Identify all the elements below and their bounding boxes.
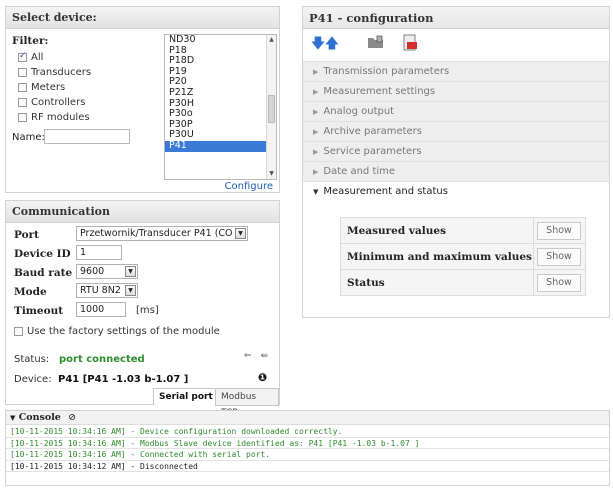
chevron-down-icon[interactable]: ▼ bbox=[125, 285, 136, 296]
communication-panel: Communication Port Przetwornik/Transduce… bbox=[5, 200, 280, 418]
device-item-selected[interactable]: P41 bbox=[165, 140, 276, 152]
status-row-label: Status bbox=[340, 269, 534, 296]
checkbox-icon[interactable] bbox=[18, 112, 27, 122]
scroll-up-icon[interactable]: ▲ bbox=[267, 35, 276, 45]
name-label: Name: bbox=[12, 132, 45, 143]
min-max-values-label: Minimum and maximum values bbox=[340, 243, 534, 270]
timeout-input[interactable]: 1000 bbox=[76, 302, 126, 317]
chevron-right-icon: ▶ bbox=[313, 108, 319, 116]
table-row: Minimum and maximum values Show bbox=[340, 243, 586, 270]
timeout-label: Timeout bbox=[14, 305, 64, 317]
show-measured-values-button[interactable]: Show bbox=[537, 221, 581, 240]
measured-values-label: Measured values bbox=[340, 217, 534, 244]
console-title: Console bbox=[18, 412, 61, 423]
device-value: P41 [P41 -1.03 b-1.07 ] bbox=[58, 374, 189, 385]
status-value: port connected bbox=[59, 354, 145, 365]
status-label: Status: bbox=[14, 354, 50, 365]
device-id-label: Device ID bbox=[14, 248, 71, 260]
chevron-down-icon[interactable]: ▼ bbox=[10, 413, 15, 422]
port-label: Port bbox=[14, 229, 39, 241]
section-archive-parameters[interactable]: ▶ Archive parameters bbox=[303, 121, 609, 141]
checkbox-icon[interactable] bbox=[14, 326, 23, 336]
table-row: Status Show bbox=[340, 269, 586, 296]
filter-meters-checkbox[interactable]: Meters bbox=[18, 82, 65, 93]
section-analog-output[interactable]: ▶ Analog output bbox=[303, 101, 609, 121]
chevron-right-icon: ▶ bbox=[313, 128, 319, 136]
upload-arrow-icon[interactable]: 🡅 bbox=[323, 34, 341, 54]
info-icon[interactable]: ❶ bbox=[258, 371, 270, 384]
section-transmission-parameters[interactable]: ▶ Transmission parameters bbox=[303, 61, 609, 81]
configuration-title: P41 - configuration bbox=[303, 7, 609, 29]
mode-select[interactable]: RTU 8N2 ▼ bbox=[76, 283, 138, 298]
scroll-thumb[interactable] bbox=[268, 95, 275, 123]
console-line: [10-11-2015 10:34:12 AM] - Disconnected bbox=[6, 461, 609, 472]
chevron-right-icon: ▶ bbox=[313, 148, 319, 156]
filter-all-checkbox[interactable]: All bbox=[18, 51, 43, 63]
chevron-down-icon: ▼ bbox=[313, 188, 319, 196]
checkbox-icon[interactable] bbox=[18, 67, 27, 77]
checkbox-icon[interactable] bbox=[18, 82, 27, 92]
select-device-panel: Select device: Filter: All Transducers M… bbox=[5, 6, 280, 193]
chevron-down-icon[interactable]: ▼ bbox=[125, 266, 136, 277]
show-status-button[interactable]: Show bbox=[537, 273, 581, 292]
console-header[interactable]: ▼ Console ⊘ bbox=[6, 411, 609, 425]
show-min-max-button[interactable]: Show bbox=[537, 247, 581, 266]
section-measurement-and-status[interactable]: ▼ Measurement and status bbox=[303, 181, 609, 201]
save-file-icon[interactable] bbox=[401, 34, 419, 54]
console-line: [10-11-2015 10:34:16 AM] - Modbus Slave … bbox=[6, 438, 609, 449]
measurement-table: Measured values Show Minimum and maximum… bbox=[340, 217, 586, 296]
device-list-scrollbar[interactable]: ▲ ▼ bbox=[266, 35, 276, 179]
open-folder-icon[interactable] bbox=[367, 34, 385, 54]
plug-connect-icon[interactable]: ⇐ ⇚ bbox=[244, 351, 271, 361]
section-date-and-time[interactable]: ▶ Date and time bbox=[303, 161, 609, 181]
section-measurement-settings[interactable]: ▶ Measurement settings bbox=[303, 81, 609, 101]
device-item[interactable]: ND30 bbox=[165, 35, 276, 46]
tab-modbus-tcp[interactable]: Modbus TCP bbox=[215, 388, 279, 418]
filter-label: Filter: bbox=[12, 35, 49, 47]
chevron-down-icon[interactable]: ▼ bbox=[235, 228, 246, 239]
baud-rate-select[interactable]: 9600 ▼ bbox=[76, 264, 138, 279]
section-service-parameters[interactable]: ▶ Service parameters bbox=[303, 141, 609, 161]
mode-label: Mode bbox=[14, 286, 47, 298]
device-list[interactable]: ND30 P18 P18D P19 P20 P21Z P30H P30o P30… bbox=[164, 34, 277, 180]
device-id-input[interactable]: 1 bbox=[76, 245, 122, 260]
tab-serial-port[interactable]: Serial port bbox=[153, 388, 219, 406]
configuration-panel: P41 - configuration 🡇 🡅 ▶ Transmission pa… bbox=[302, 6, 610, 318]
select-device-title: Select device: bbox=[6, 7, 279, 29]
scroll-down-icon[interactable]: ▼ bbox=[267, 169, 276, 179]
filter-controllers-checkbox[interactable]: Controllers bbox=[18, 97, 85, 108]
chevron-right-icon: ▶ bbox=[313, 68, 319, 76]
port-select[interactable]: Przetwornik/Transducer P41 (COM ▼ bbox=[76, 226, 248, 241]
baud-rate-label: Baud rate bbox=[14, 267, 73, 279]
communication-title: Communication bbox=[6, 201, 279, 223]
chevron-right-icon: ▶ bbox=[313, 88, 319, 96]
table-row: Measured values Show bbox=[340, 217, 586, 244]
name-input[interactable] bbox=[44, 129, 130, 144]
console-line: [10-11-2015 10:34:16 AM] - Device config… bbox=[6, 426, 609, 438]
console-log: [10-11-2015 10:34:16 AM] - Device config… bbox=[6, 426, 609, 472]
filter-transducers-checkbox[interactable]: Transducers bbox=[18, 67, 91, 78]
timeout-unit: [ms] bbox=[136, 305, 159, 316]
configure-link[interactable]: Configure bbox=[225, 181, 273, 192]
chevron-right-icon: ▶ bbox=[313, 168, 319, 176]
factory-settings-checkbox[interactable]: Use the factory settings of the module bbox=[14, 326, 220, 337]
console-panel: ▼ Console ⊘ [10-11-2015 10:34:16 AM] - D… bbox=[5, 410, 610, 486]
checkbox-icon[interactable] bbox=[18, 51, 27, 62]
device-item[interactable]: P21Z bbox=[165, 87, 276, 99]
device-label: Device: bbox=[14, 374, 52, 385]
console-line: [10-11-2015 10:34:16 AM] - Connected wit… bbox=[6, 449, 609, 461]
checkbox-icon[interactable] bbox=[18, 97, 27, 107]
clear-icon[interactable]: ⊘ bbox=[68, 412, 76, 423]
filter-rf-modules-checkbox[interactable]: RF modules bbox=[18, 112, 90, 123]
